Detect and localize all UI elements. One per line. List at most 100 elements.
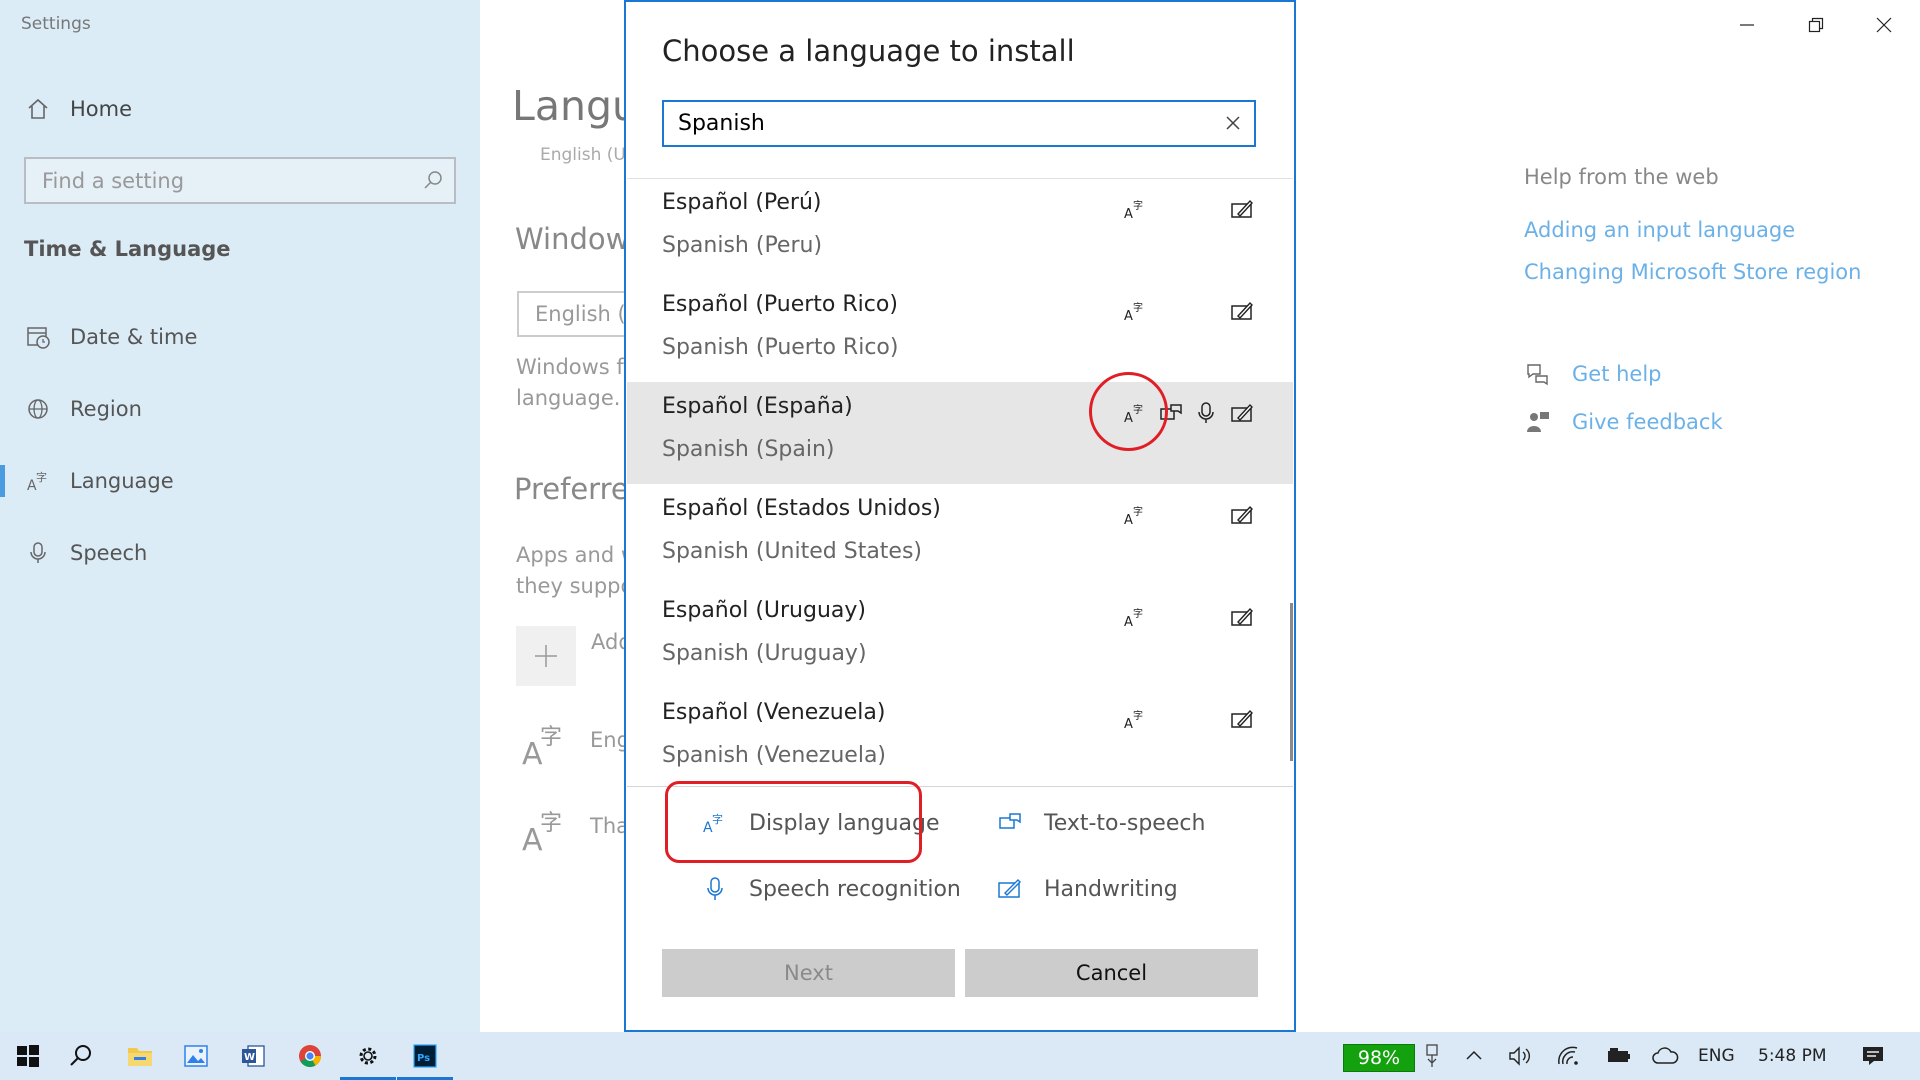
svg-text:A: A	[1124, 615, 1133, 629]
minimize-icon	[1740, 24, 1754, 26]
chrome-app-button[interactable]	[294, 1040, 326, 1072]
help-link-changing-store-region[interactable]: Changing Microsoft Store region	[1524, 260, 1861, 284]
choose-language-dialog: Choose a language to install Español (Pe…	[624, 0, 1296, 1032]
svg-text:字: 字	[1133, 505, 1143, 518]
help-link-adding-input-language[interactable]: Adding an input language	[1524, 218, 1795, 242]
word-app-button[interactable]: W	[237, 1040, 269, 1072]
language-search-box[interactable]	[662, 100, 1256, 147]
search-icon	[70, 1045, 91, 1066]
handwriting-icon	[1227, 194, 1257, 224]
word-icon: W	[242, 1045, 265, 1067]
annotation-rectangle	[665, 781, 922, 863]
language-icon: A字	[520, 806, 568, 858]
sidebar-item-label: Language	[70, 469, 174, 493]
find-setting-search[interactable]	[24, 157, 456, 204]
volume-icon[interactable]	[1505, 1040, 1535, 1072]
sidebar-item-region[interactable]: Region	[0, 381, 480, 437]
sidebar-item-date-time[interactable]: Date & time	[0, 309, 480, 365]
selected-indicator	[0, 465, 5, 497]
search-icon[interactable]	[422, 169, 444, 195]
display-language-icon: A字	[1120, 296, 1150, 326]
language-list-item[interactable]: Español (Puerto Rico) Spanish (Puerto Ric…	[627, 280, 1293, 382]
get-help-link[interactable]: Get help	[1572, 362, 1662, 386]
language-list-item[interactable]: Español (Venezuela) Spanish (Venezuela) A 字	[627, 688, 1293, 786]
sidebar-item-home[interactable]: Home	[0, 81, 480, 137]
give-feedback-item[interactable]: Give feedback	[1524, 407, 1723, 437]
minimize-button[interactable]	[1727, 10, 1767, 40]
plus-icon	[535, 645, 557, 667]
handwriting-icon	[995, 874, 1025, 904]
give-feedback-link[interactable]: Give feedback	[1572, 410, 1723, 434]
legend-label: Text-to-speech	[1044, 810, 1206, 836]
legend-label: Handwriting	[1044, 876, 1178, 902]
svg-text:A: A	[1124, 513, 1133, 527]
next-button[interactable]: Next	[662, 949, 955, 997]
input-language-indicator[interactable]: ENG	[1698, 1040, 1735, 1072]
language-english-name: Spanish (Spain)	[662, 437, 835, 462]
legend-speech-recognition: Speech recognition	[681, 874, 961, 904]
usb-device-icon[interactable]	[1420, 1040, 1444, 1072]
preferred-languages-heading: Preferre	[514, 472, 629, 506]
svg-text:字: 字	[540, 725, 562, 750]
language-english-name: Spanish (United States)	[662, 539, 923, 564]
svg-text:A: A	[1124, 309, 1133, 323]
page-subtitle: English (U	[540, 145, 626, 165]
sidebar-item-speech[interactable]: Speech	[0, 525, 480, 581]
chat-help-icon	[1524, 360, 1552, 388]
handwriting-icon	[1227, 704, 1257, 734]
battery-percent-badge: 98%	[1343, 1044, 1415, 1072]
cancel-button[interactable]: Cancel	[965, 949, 1258, 997]
display-language-icon: A字	[1120, 500, 1150, 530]
wifi-icon[interactable]	[1554, 1040, 1584, 1072]
gear-icon	[359, 1047, 377, 1065]
sidebar-item-label: Region	[70, 397, 142, 421]
photoshop-app-button[interactable]: Ps	[409, 1040, 441, 1072]
sidebar-item-language[interactable]: A字 Language	[0, 453, 480, 509]
language-english-name: Spanish (Venezuela)	[662, 743, 887, 768]
taskbar-search-button[interactable]	[65, 1040, 97, 1072]
onedrive-cloud-icon[interactable]	[1650, 1040, 1680, 1072]
globe-icon	[24, 395, 52, 423]
language-list-item[interactable]: Español (Estados Unidos) Spanish (United …	[627, 484, 1293, 586]
display-language-icon: A字	[1120, 602, 1150, 632]
svg-text:A: A	[1124, 717, 1133, 731]
microphone-icon	[24, 539, 52, 567]
clear-search-icon[interactable]	[1220, 110, 1246, 136]
restore-icon	[1808, 17, 1824, 33]
photos-icon	[184, 1045, 208, 1067]
svg-text:字: 字	[1133, 301, 1143, 314]
add-language-button[interactable]	[516, 626, 576, 686]
svg-text:字: 字	[36, 470, 47, 484]
close-button[interactable]	[1864, 10, 1904, 40]
language-native-name: Español (Uruguay)	[662, 598, 866, 623]
svg-text:字: 字	[1133, 607, 1143, 620]
action-center-notification-icon[interactable]	[1858, 1040, 1888, 1072]
sidebar-item-label: Date & time	[70, 325, 198, 349]
settings-app-button[interactable]	[352, 1040, 384, 1072]
handwriting-icon	[1227, 602, 1257, 632]
language-native-name: Español (Estados Unidos)	[662, 496, 941, 521]
language-list-scrollbar[interactable]	[1290, 603, 1293, 761]
svg-text:字: 字	[1133, 709, 1143, 722]
search-input[interactable]	[26, 159, 406, 202]
start-button[interactable]	[12, 1040, 44, 1072]
photos-app-button[interactable]	[180, 1040, 212, 1072]
language-search-input[interactable]	[664, 102, 1204, 145]
feedback-person-icon	[1524, 408, 1552, 436]
language-list-item[interactable]: Español (Uruguay) Spanish (Uruguay) A 字	[627, 586, 1293, 688]
language-list: Español (Perú) Spanish (Peru) A 字 Español (P…	[627, 179, 1293, 786]
section-heading: Time & Language	[24, 237, 231, 261]
restore-button[interactable]	[1796, 10, 1836, 40]
svg-text:字: 字	[540, 811, 562, 836]
microphone-icon	[1191, 398, 1221, 428]
battery-icon[interactable]	[1604, 1040, 1634, 1072]
get-help-item[interactable]: Get help	[1524, 359, 1662, 389]
svg-text:Ps: Ps	[417, 1053, 430, 1064]
svg-text:A: A	[1124, 207, 1133, 221]
language-list-item[interactable]: Español (España) Spanish (Spain) A 字	[627, 382, 1293, 484]
show-hidden-icons-chevron-up-icon[interactable]	[1462, 1040, 1486, 1072]
clock[interactable]: 5:48 PM	[1758, 1040, 1827, 1072]
language-list-item[interactable]: Español (Perú) Spanish (Peru) A 字	[627, 179, 1293, 280]
display-language-icon: A字	[1120, 704, 1150, 734]
file-explorer-button[interactable]	[124, 1040, 156, 1072]
